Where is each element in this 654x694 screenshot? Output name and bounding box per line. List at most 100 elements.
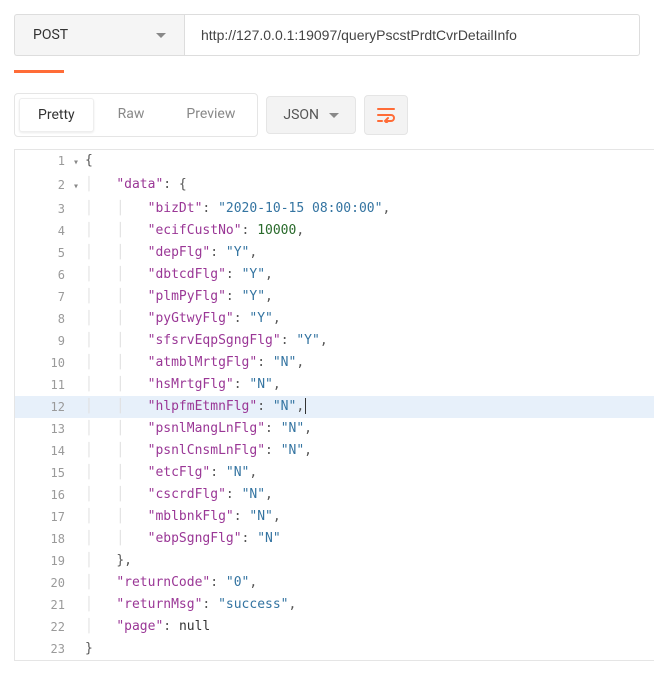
code-line: 8 │ │ "pyGtwyFlg": "Y", <box>15 308 654 330</box>
line-number: 7 <box>15 286 73 308</box>
tab-raw[interactable]: Raw <box>100 98 163 132</box>
line-number: 17 <box>15 506 73 528</box>
code-line: 11 │ │ "hsMrtgFlg": "N", <box>15 374 654 396</box>
code-content: │ │ "ecifCustNo": 10000, <box>83 220 304 242</box>
line-number: 6 <box>15 264 73 286</box>
code-content: │ │ "dbtcdFlg": "Y", <box>83 264 273 286</box>
fold-toggle-icon <box>73 264 83 266</box>
code-line: 16 │ │ "cscrdFlg": "N", <box>15 484 654 506</box>
fold-toggle-icon <box>73 484 83 486</box>
line-number: 18 <box>15 528 73 550</box>
code-content: │ │ "sfsrvEqpSgngFlg": "Y", <box>83 330 328 352</box>
body-type-label: JSON <box>283 107 319 123</box>
code-content: │ │ "etcFlg": "N", <box>83 462 257 484</box>
code-line: 19 │ }, <box>15 550 654 572</box>
fold-toggle-icon <box>73 550 83 552</box>
code-content: │ │ "cscrdFlg": "N", <box>83 484 273 506</box>
line-number: 1 <box>15 150 73 172</box>
code-content: │ "page": null <box>83 616 210 638</box>
code-line: 4 │ │ "ecifCustNo": 10000, <box>15 220 654 242</box>
fold-toggle-icon <box>73 374 83 376</box>
code-content: │ │ "ebpSgngFlg": "N" <box>83 528 281 550</box>
response-body-code[interactable]: 1▾{2▾│ "data": {3│ │ "bizDt": "2020-10-1… <box>14 149 654 661</box>
code-content: } <box>83 638 93 660</box>
fold-toggle-icon <box>73 352 83 354</box>
wrap-lines-button[interactable] <box>364 95 408 135</box>
fold-toggle-icon <box>73 616 83 618</box>
line-number: 13 <box>15 418 73 440</box>
code-content: │ │ "psnlCnsmLnFlg": "N", <box>83 440 312 462</box>
code-content: │ "data": { <box>83 174 187 196</box>
code-line: 5 │ │ "depFlg": "Y", <box>15 242 654 264</box>
fold-toggle-icon <box>73 528 83 530</box>
fold-toggle-icon[interactable]: ▾ <box>73 174 83 198</box>
line-number: 4 <box>15 220 73 242</box>
code-line: 20 │ "returnCode": "0", <box>15 572 654 594</box>
fold-toggle-icon <box>73 242 83 244</box>
code-line: 14 │ │ "psnlCnsmLnFlg": "N", <box>15 440 654 462</box>
line-number: 16 <box>15 484 73 506</box>
code-content: │ │ "atmblMrtgFlg": "N", <box>83 352 304 374</box>
code-line: 12│ │ "hlpfmEtmnFlg": "N", <box>15 396 654 418</box>
wrap-icon <box>376 107 396 123</box>
fold-toggle-icon <box>73 286 83 288</box>
tab-pretty[interactable]: Pretty <box>19 98 94 132</box>
fold-toggle-icon <box>73 572 83 574</box>
code-content: │ │ "hsMrtgFlg": "N", <box>83 374 281 396</box>
request-bar: POST <box>0 0 654 70</box>
fold-toggle-icon <box>73 396 83 398</box>
http-method-label: POST <box>33 27 68 43</box>
line-number: 22 <box>15 616 73 638</box>
code-line: 10 │ │ "atmblMrtgFlg": "N", <box>15 352 654 374</box>
fold-toggle-icon <box>73 462 83 464</box>
line-number: 14 <box>15 440 73 462</box>
line-number: 15 <box>15 462 73 484</box>
line-number: 19 <box>15 550 73 572</box>
code-content: │ }, <box>83 550 132 572</box>
fold-toggle-icon[interactable]: ▾ <box>73 150 83 174</box>
code-line: 7 │ │ "plmPyFlg": "Y", <box>15 286 654 308</box>
code-content: │ │ "mblbnkFlg": "N", <box>83 506 281 528</box>
line-number: 11 <box>15 374 73 396</box>
fold-toggle-icon <box>73 220 83 222</box>
fold-toggle-icon <box>73 506 83 508</box>
line-number: 10 <box>15 352 73 374</box>
fold-toggle-icon <box>73 594 83 596</box>
code-content: │ │ "hlpfmEtmnFlg": "N", <box>83 396 306 418</box>
code-content: { <box>83 150 93 172</box>
line-number: 3 <box>15 198 73 220</box>
code-line: 18 │ │ "ebpSgngFlg": "N" <box>15 528 654 550</box>
body-view-tabs: Pretty Raw Preview <box>14 93 258 137</box>
line-number: 9 <box>15 330 73 352</box>
code-line: 2▾│ "data": { <box>15 174 654 198</box>
fold-toggle-icon <box>73 638 83 640</box>
code-content: │ │ "bizDt": "2020-10-15 08:00:00", <box>83 198 390 220</box>
line-number: 20 <box>15 572 73 594</box>
chevron-down-icon <box>329 113 339 118</box>
line-number: 23 <box>15 638 73 660</box>
code-line: 22 │ "page": null <box>15 616 654 638</box>
http-method-select[interactable]: POST <box>14 14 184 56</box>
code-line: 1▾{ <box>15 150 654 174</box>
code-line: 3 │ │ "bizDt": "2020-10-15 08:00:00", <box>15 198 654 220</box>
code-content: │ │ "pyGtwyFlg": "Y", <box>83 308 281 330</box>
line-number: 5 <box>15 242 73 264</box>
code-content: │ │ "depFlg": "Y", <box>83 242 257 264</box>
fold-toggle-icon <box>73 330 83 332</box>
line-number: 2 <box>15 174 73 196</box>
code-line: 15 │ │ "etcFlg": "N", <box>15 462 654 484</box>
body-type-select[interactable]: JSON <box>266 96 356 134</box>
code-content: │ "returnMsg": "success", <box>83 594 296 616</box>
code-line: 23} <box>15 638 654 660</box>
tab-preview[interactable]: Preview <box>168 98 253 132</box>
code-content: │ "returnCode": "0", <box>83 572 257 594</box>
code-content: │ │ "psnlMangLnFlg": "N", <box>83 418 312 440</box>
url-input[interactable] <box>184 14 640 56</box>
chevron-down-icon <box>156 33 166 38</box>
code-line: 6 │ │ "dbtcdFlg": "Y", <box>15 264 654 286</box>
code-line: 13 │ │ "psnlMangLnFlg": "N", <box>15 418 654 440</box>
line-number: 8 <box>15 308 73 330</box>
fold-toggle-icon <box>73 198 83 200</box>
fold-toggle-icon <box>73 308 83 310</box>
code-content: │ │ "plmPyFlg": "Y", <box>83 286 273 308</box>
